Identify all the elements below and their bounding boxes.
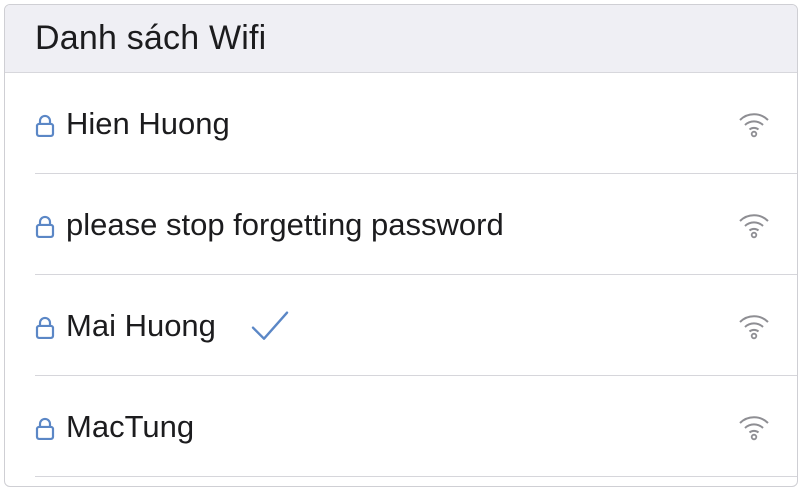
wifi-icon <box>739 314 769 339</box>
wifi-network-row[interactable]: please stop forgetting password <box>5 174 797 275</box>
lock-icon <box>35 215 55 238</box>
wifi-network-row[interactable]: MacTung <box>5 376 797 477</box>
network-name: Mai Huong <box>66 307 216 343</box>
wifi-icon <box>739 415 769 440</box>
lock-icon <box>35 417 55 440</box>
wifi-network-row[interactable]: Hien Huong <box>5 73 797 174</box>
page-title: Danh sách Wifi <box>35 19 267 57</box>
wifi-icon <box>739 213 769 238</box>
lock-icon <box>35 316 55 339</box>
network-name: please stop forgetting password <box>66 206 504 242</box>
network-name: Hien Huong <box>66 105 230 141</box>
network-name: MacTung <box>66 408 195 444</box>
wifi-icon <box>739 112 769 137</box>
wifi-list-panel: Danh sách Wifi Hien Huong please stop fo… <box>4 4 798 487</box>
wifi-list-header: Danh sách Wifi <box>5 5 797 73</box>
wifi-network-row-connected[interactable]: Mai Huong <box>5 275 797 376</box>
checkmark-icon <box>251 310 289 340</box>
lock-icon <box>35 114 55 137</box>
wifi-network-list: Hien Huong please stop forgetting passwo… <box>5 73 797 477</box>
